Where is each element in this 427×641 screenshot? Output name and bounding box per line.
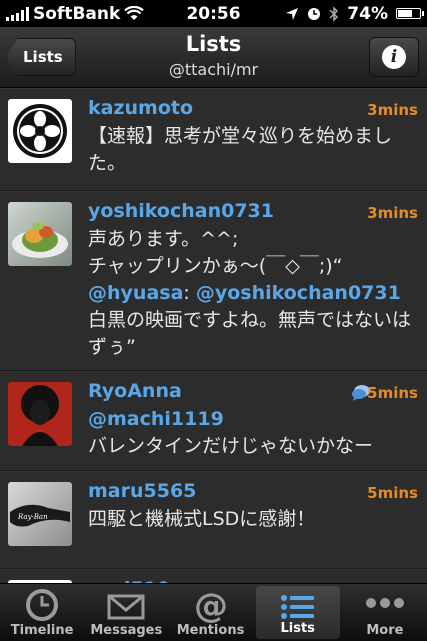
tweet-row[interactable]: Ray·Ban maru5565 5mins 四駆と機械式LSDに感謝！ bbox=[0, 471, 427, 569]
tweet-line: チャップリンかぁ〜(￣◇￣;)“ bbox=[88, 255, 343, 277]
alarm-icon bbox=[308, 7, 321, 20]
status-bar: SoftBank 20:56 74% bbox=[0, 0, 427, 27]
tab-timeline[interactable]: Timeline bbox=[0, 584, 84, 641]
tweet-line: 白黒の映画ですよね。無声ではないはずぅ” bbox=[88, 309, 412, 358]
tweet-row[interactable]: nori510 6mins bbox=[0, 569, 427, 583]
at-icon: @ bbox=[194, 588, 228, 624]
signal-icon bbox=[6, 6, 29, 21]
username[interactable]: RyoAnna bbox=[88, 380, 182, 402]
envelope-icon bbox=[107, 594, 145, 620]
tweet-line: バレンタインだけじゃないかなー bbox=[88, 435, 374, 457]
timestamp: 3mins bbox=[367, 101, 418, 119]
navigation-bar: Lists Lists @ttachi/mr i bbox=[0, 27, 427, 88]
page-subtitle: @ttachi/mr bbox=[168, 60, 259, 79]
tweet-row[interactable]: RyoAnna 5mins @machi1119 バレンタインだけじゃないかなー bbox=[0, 371, 427, 471]
timestamp: 3mins bbox=[367, 204, 418, 222]
tweet-text: 【速報】思考が堂々巡りを始めました。 bbox=[88, 125, 393, 174]
tab-label: Lists bbox=[280, 621, 315, 636]
wifi-icon bbox=[124, 6, 145, 20]
mention-link[interactable]: @machi1119 bbox=[88, 406, 415, 433]
more-icon bbox=[365, 598, 404, 608]
tweet-row[interactable]: kazumoto 3mins 【速報】思考が堂々巡りを始めました。 bbox=[0, 88, 427, 191]
tweet-text: 四駆と機械式LSDに感謝！ bbox=[88, 508, 316, 530]
tweet-list[interactable]: kazumoto 3mins 【速報】思考が堂々巡りを始めました。 yoshik… bbox=[0, 88, 427, 583]
list-icon bbox=[280, 595, 314, 619]
tweet-row[interactable]: yoshikochan0731 3mins 声あります。^^; チャップリンかぁ… bbox=[0, 191, 427, 371]
tab-label: Mentions bbox=[176, 623, 245, 638]
tab-messages[interactable]: Messages bbox=[84, 584, 168, 641]
avatar[interactable]: Ray·Ban bbox=[8, 482, 72, 546]
tweet-text: @machi1119 バレンタインだけじゃないかなー bbox=[88, 406, 415, 460]
info-icon: i bbox=[382, 45, 406, 69]
tab-more[interactable]: More bbox=[343, 584, 427, 641]
mention-separator: : bbox=[183, 282, 196, 304]
username[interactable]: maru5565 bbox=[88, 480, 196, 502]
avatar[interactable] bbox=[8, 202, 72, 266]
tab-label: More bbox=[366, 623, 404, 638]
mention-link[interactable]: @yoshikochan0731 bbox=[196, 282, 401, 304]
tab-label: Timeline bbox=[10, 623, 74, 638]
tab-lists[interactable]: Lists bbox=[255, 586, 340, 639]
svg-text:Ray·Ban: Ray·Ban bbox=[17, 513, 48, 521]
tab-label: Messages bbox=[90, 623, 163, 638]
carrier-label: SoftBank bbox=[33, 3, 121, 24]
battery-icon bbox=[396, 8, 424, 19]
tweet-text: 声あります。^^; チャップリンかぁ〜(￣◇￣;)“ @hyuasa: @yos… bbox=[88, 226, 415, 361]
tweet-line: 声あります。^^; bbox=[88, 228, 239, 250]
svg-text:@: @ bbox=[194, 588, 228, 624]
battery-percent: 74% bbox=[347, 3, 388, 24]
username[interactable]: kazumoto bbox=[88, 97, 193, 119]
timestamp: 5mins bbox=[367, 384, 418, 402]
clock-icon bbox=[26, 589, 59, 621]
mention-link[interactable]: @hyuasa bbox=[88, 282, 183, 304]
avatar[interactable] bbox=[8, 99, 72, 163]
location-icon bbox=[286, 7, 299, 20]
avatar[interactable] bbox=[8, 382, 72, 446]
username[interactable]: yoshikochan0731 bbox=[88, 200, 274, 222]
bluetooth-icon bbox=[329, 5, 339, 22]
tab-mentions[interactable]: @ Mentions bbox=[168, 584, 252, 641]
info-button[interactable]: i bbox=[369, 37, 419, 77]
timestamp: 5mins bbox=[367, 484, 418, 502]
page-title: Lists bbox=[185, 32, 242, 56]
tab-bar: Timeline Messages @ Mentions Lists More bbox=[0, 583, 427, 641]
